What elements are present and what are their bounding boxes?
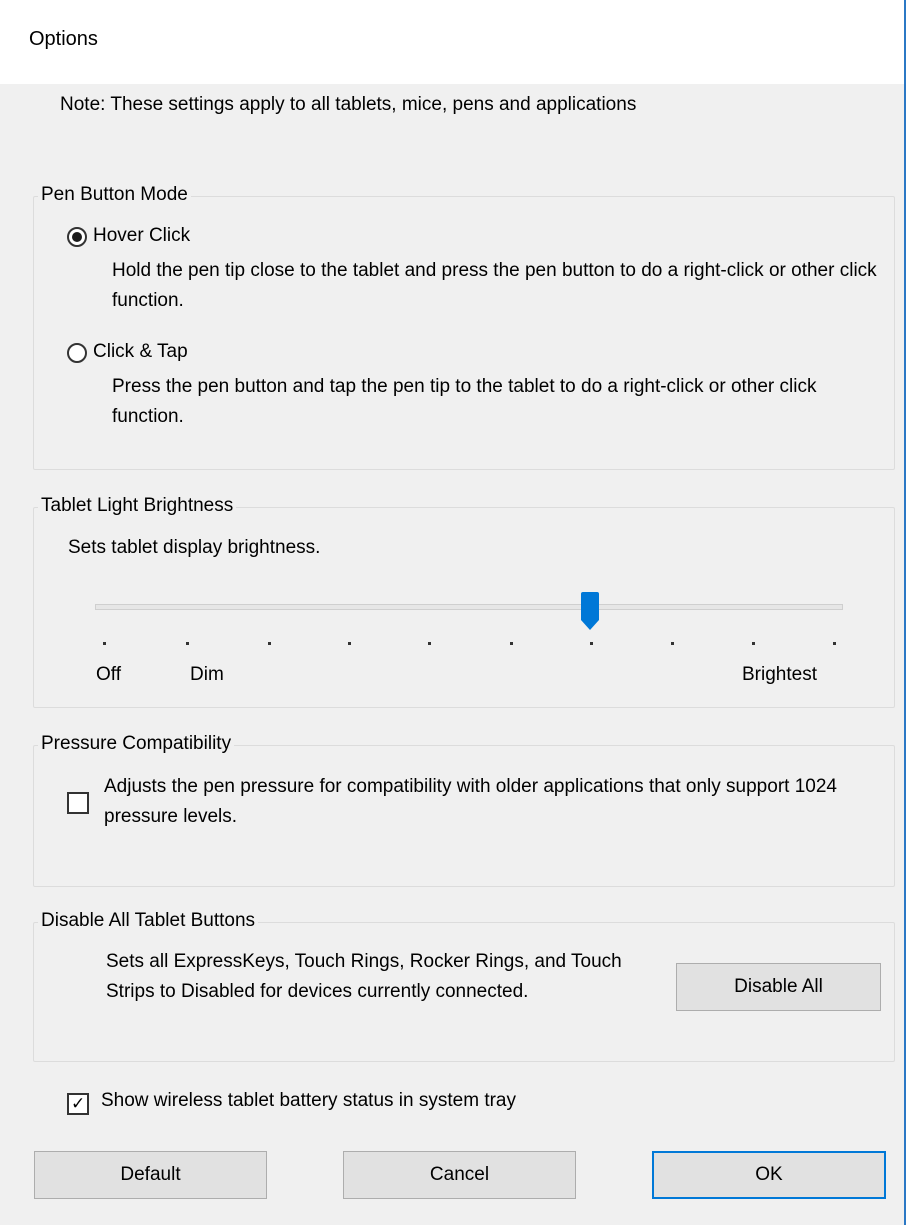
slider-tick — [752, 642, 755, 645]
slider-tick — [833, 642, 836, 645]
settings-note: Note: These settings apply to all tablet… — [60, 94, 637, 115]
pressure-compatibility-legend: Pressure Compatibility — [38, 733, 235, 755]
title-bar[interactable]: Options — [0, 0, 906, 84]
brightness-slider-thumb[interactable] — [581, 592, 599, 632]
battery-status-label[interactable]: Show wireless tablet battery status in s… — [101, 1090, 516, 1112]
slider-tick — [186, 642, 189, 645]
slider-tick — [428, 642, 431, 645]
hover-click-description: Hold the pen tip close to the tablet and… — [112, 260, 877, 311]
slider-min-label: Off — [96, 664, 121, 685]
click-tap-radio[interactable] — [67, 343, 87, 363]
disable-all-button[interactable]: Disable All — [676, 963, 881, 1011]
window-title: Options — [29, 28, 98, 50]
click-tap-description: Press the pen button and tap the pen tip… — [112, 376, 817, 427]
slider-tick — [671, 642, 674, 645]
slider-tick — [103, 642, 106, 645]
default-button[interactable]: Default — [34, 1151, 267, 1199]
slider-tick — [590, 642, 593, 645]
ok-button[interactable]: OK — [652, 1151, 886, 1199]
brightness-slider-track[interactable] — [95, 604, 843, 610]
hover-click-radio[interactable] — [67, 227, 87, 247]
disable-buttons-description: Sets all ExpressKeys, Touch Rings, Rocke… — [106, 951, 622, 1002]
options-dialog: Options Note: These settings apply to al… — [0, 0, 906, 1225]
cancel-button[interactable]: Cancel — [343, 1151, 576, 1199]
checkmark-icon: ✓ — [71, 1094, 86, 1113]
hover-click-label[interactable]: Hover Click — [93, 225, 190, 247]
slider-tick — [510, 642, 513, 645]
slider-max-label: Brightest — [742, 664, 817, 685]
pressure-compatibility-checkbox[interactable] — [67, 792, 89, 814]
battery-status-checkbox[interactable]: ✓ — [67, 1093, 89, 1115]
tablet-light-legend: Tablet Light Brightness — [38, 495, 237, 517]
click-tap-label[interactable]: Click & Tap — [93, 341, 188, 363]
slider-dim-label: Dim — [190, 664, 224, 685]
slider-tick — [268, 642, 271, 645]
disable-buttons-legend: Disable All Tablet Buttons — [38, 910, 259, 932]
pen-button-mode-legend: Pen Button Mode — [38, 184, 191, 206]
pressure-compatibility-label[interactable]: Adjusts the pen pressure for compatibili… — [104, 772, 864, 832]
slider-tick — [348, 642, 351, 645]
brightness-description: Sets tablet display brightness. — [68, 537, 321, 558]
